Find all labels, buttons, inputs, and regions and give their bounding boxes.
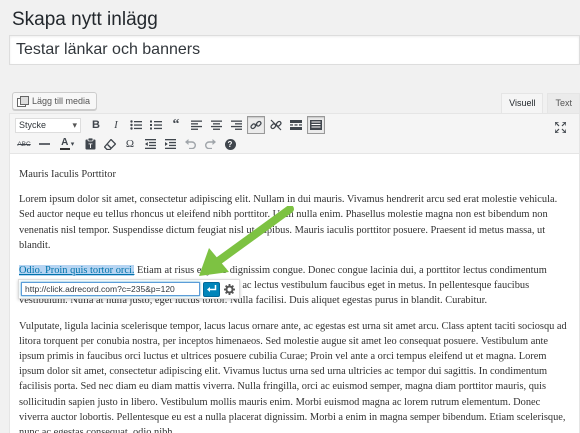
unlink-button[interactable] [267, 116, 285, 134]
bulleted-list-button[interactable] [127, 116, 145, 134]
toolbar-toggle-button[interactable] [307, 116, 325, 134]
numbered-list-button[interactable] [147, 116, 165, 134]
format-select[interactable]: Stycke [15, 117, 81, 133]
insert-link-button[interactable] [247, 116, 265, 134]
horizontal-line-icon [38, 143, 50, 145]
content-heading: Mauris Iaculis Porttitor [19, 169, 116, 180]
blockquote-button[interactable]: “ [167, 116, 185, 134]
help-icon: ? [224, 138, 236, 150]
blockquote-icon: “ [172, 117, 180, 132]
svg-text:T: T [88, 143, 92, 150]
strikethrough-label: ABC [17, 140, 31, 148]
eraser-icon [104, 138, 116, 150]
indent-icon [164, 139, 176, 149]
media-icon [17, 96, 29, 107]
outdent-icon [144, 139, 156, 149]
clear-formatting-button[interactable] [101, 135, 119, 153]
text-color-swatch [59, 148, 70, 150]
italic-button[interactable]: I [107, 116, 125, 134]
indent-button[interactable] [161, 135, 179, 153]
align-right-icon [230, 120, 242, 130]
add-media-button[interactable]: Lägg till media [12, 92, 98, 110]
numbered-list-icon [150, 120, 162, 130]
text-color-label: A [61, 137, 69, 148]
selected-link[interactable]: Odio. Proin quis tortor orci. [19, 265, 135, 277]
link-icon [250, 120, 262, 130]
toolbar-row-1: Stycke B I “ [15, 116, 327, 134]
fullscreen-button[interactable] [551, 118, 569, 136]
bold-label: B [92, 119, 100, 131]
read-more-button[interactable] [287, 116, 305, 134]
tab-visual[interactable]: Visuell [501, 93, 544, 113]
tab-text[interactable]: Text [547, 93, 580, 113]
text-color-icon: A [59, 137, 70, 150]
content-paragraph-3: Vulputate, ligula lacinia scelerisque te… [19, 320, 567, 433]
special-character-button[interactable]: Ω [121, 135, 139, 153]
align-center-button[interactable] [207, 116, 225, 134]
enter-icon [206, 285, 216, 292]
redo-button[interactable] [201, 135, 219, 153]
green-arrow-annotation [199, 206, 294, 276]
redo-icon [204, 139, 216, 149]
paste-text-icon: T [85, 138, 95, 150]
toolbar-toggle-icon [310, 120, 322, 130]
bold-button[interactable]: B [87, 116, 105, 134]
editor-tabs: Visuell Text [497, 93, 580, 113]
align-left-icon [190, 120, 202, 130]
post-title-input[interactable]: Testar länkar och banners [9, 35, 580, 65]
align-center-icon [210, 120, 222, 130]
help-button[interactable]: ? [221, 135, 239, 153]
add-media-label: Lägg till media [32, 96, 91, 106]
link-url-input[interactable] [21, 282, 201, 296]
strikethrough-button[interactable]: ABC [15, 135, 33, 153]
toolbar-row-2: ABC A ▾ T Ω ? [15, 135, 241, 153]
text-color-button[interactable]: A ▾ [55, 135, 79, 153]
read-more-icon [290, 120, 302, 130]
align-right-button[interactable] [227, 116, 245, 134]
page-title: Skapa nytt inlägg [12, 9, 158, 30]
italic-label: I [114, 119, 118, 131]
editor-toolbar: Stycke B I “ [10, 114, 579, 154]
paste-as-text-button[interactable]: T [81, 135, 99, 153]
fullscreen-icon [554, 121, 566, 133]
bulleted-list-icon [130, 120, 142, 130]
chevron-down-icon: ▾ [70, 141, 75, 148]
outdent-button[interactable] [141, 135, 159, 153]
undo-button[interactable] [181, 135, 199, 153]
unlink-icon [270, 119, 282, 131]
align-left-button[interactable] [187, 116, 205, 134]
undo-icon [184, 139, 196, 149]
special-character-label: Ω [125, 138, 135, 150]
horizontal-line-button[interactable] [35, 135, 53, 153]
